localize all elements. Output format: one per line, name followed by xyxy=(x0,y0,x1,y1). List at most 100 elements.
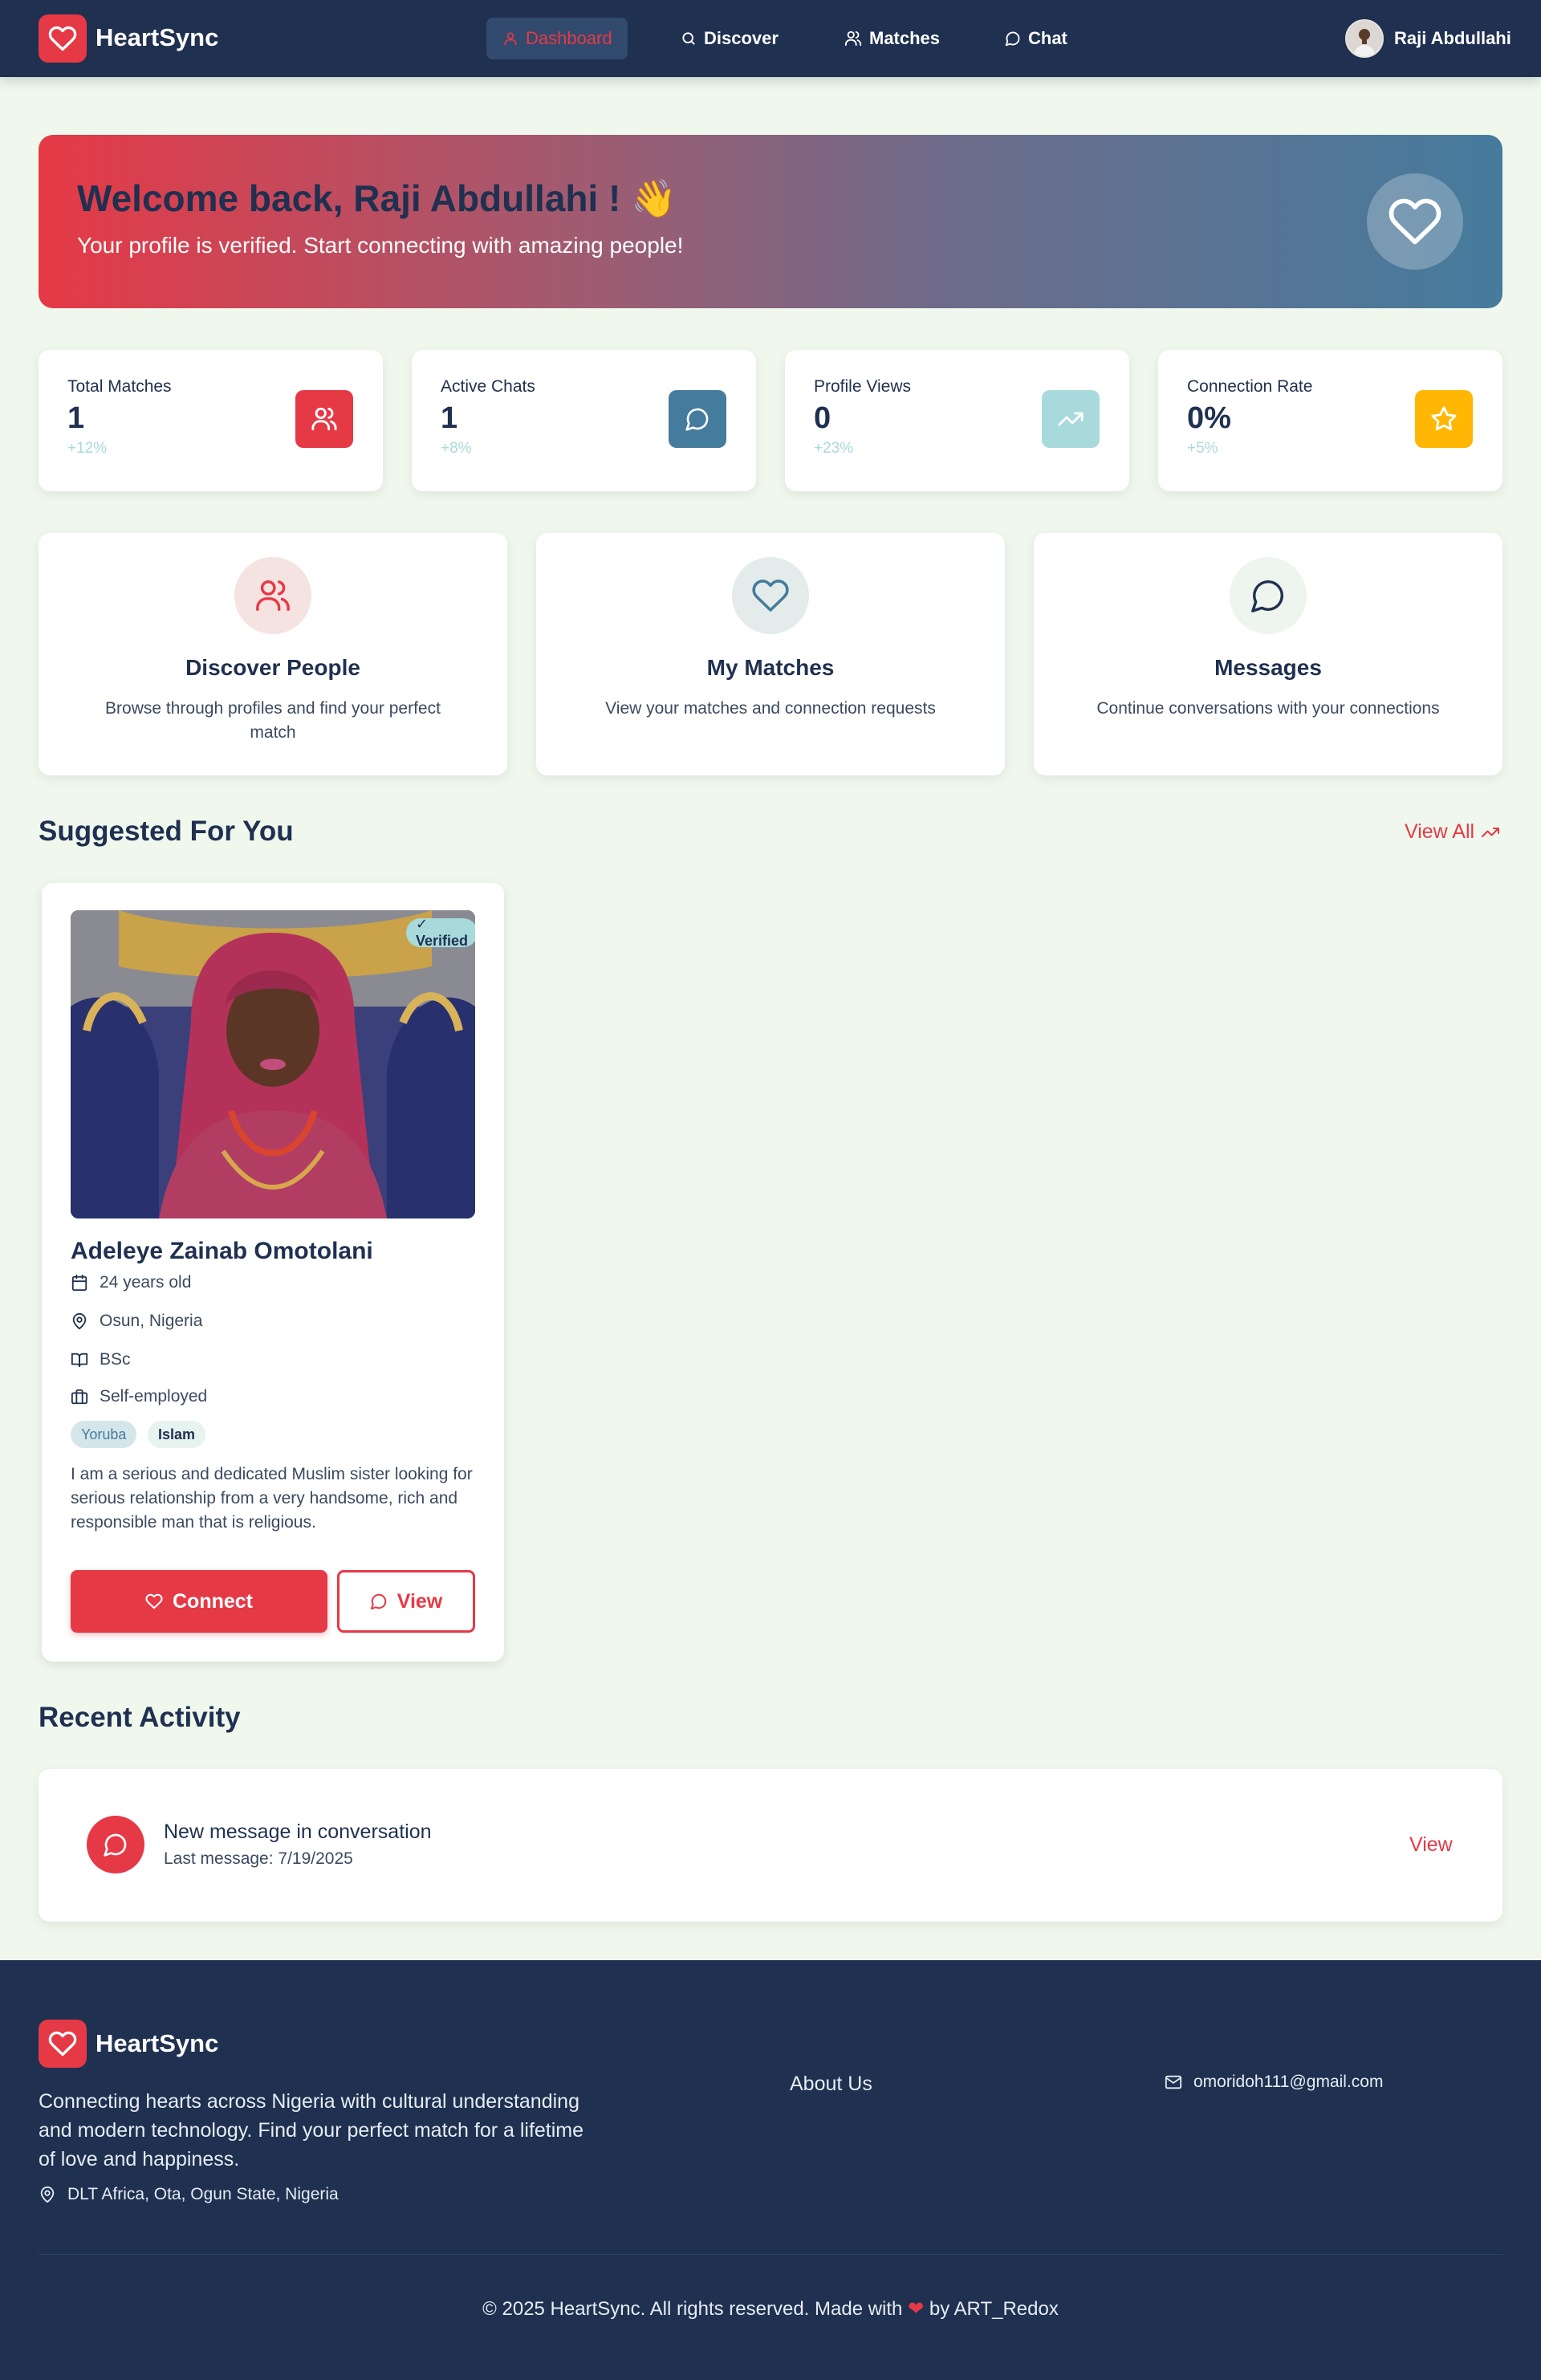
feature-description: Continue conversations with your connect… xyxy=(1096,699,1440,718)
user-menu[interactable]: Raji Abdullahi xyxy=(1345,19,1511,58)
profile-age: 24 years old xyxy=(100,1273,192,1292)
stat-change: +8% xyxy=(441,440,472,457)
feature-card-discover[interactable]: Discover People Browse through profiles … xyxy=(39,533,507,775)
logo-heart-icon[interactable] xyxy=(39,14,87,63)
heart-icon xyxy=(732,557,809,634)
briefcase-icon xyxy=(71,1388,88,1406)
stat-card-profile-views: Profile Views 0 +23% xyxy=(785,350,1129,491)
stat-label: Connection Rate xyxy=(1187,377,1313,396)
trending-up-icon xyxy=(1042,390,1100,448)
activity-title: New message in conversation xyxy=(164,1821,432,1843)
nav-discover[interactable]: Discover xyxy=(665,18,795,59)
profile-card: ✓ Verified Adeleye Zainab Omotolani 24 y… xyxy=(42,883,504,1662)
footer-description: Connecting hearts across Nigeria with cu… xyxy=(39,2090,584,2170)
nav-matches-label: Matches xyxy=(869,28,941,48)
stat-value: 0% xyxy=(1187,401,1231,435)
top-navbar: HeartSync Dashboard Discover Matches Cha… xyxy=(0,0,1541,77)
brand-name[interactable]: HeartSync xyxy=(96,23,218,52)
footer-address-text: DLT Africa, Ota, Ogun State, Nigeria xyxy=(67,2185,339,2203)
view-all-link[interactable]: View All xyxy=(1405,820,1500,844)
nav-matches[interactable]: Matches xyxy=(828,18,956,59)
profile-location: Osun, Nigeria xyxy=(100,1312,203,1330)
copyright-author: by ART_Redox xyxy=(929,2298,1059,2320)
profile-photo[interactable]: ✓ Verified xyxy=(71,910,475,1218)
stat-card-active-chats: Active Chats 1 +8% xyxy=(412,350,756,491)
view-all-label: View All xyxy=(1405,820,1475,843)
chat-icon xyxy=(669,390,726,448)
nav-chat[interactable]: Chat xyxy=(989,18,1084,59)
tag-religion: Islam xyxy=(148,1421,206,1448)
profile-bio: I am a serious and dedicated Muslim sist… xyxy=(71,1465,473,1532)
map-pin-icon xyxy=(39,2186,56,2203)
feature-card-messages[interactable]: Messages Continue conversations with you… xyxy=(1034,533,1502,775)
footer-about-link[interactable]: About Us xyxy=(790,2073,872,2096)
suggested-heading: Suggested For You xyxy=(39,816,294,847)
stat-card-total-matches: Total Matches 1 +12% xyxy=(39,350,383,491)
stat-value: 0 xyxy=(814,401,831,435)
chat-icon xyxy=(370,1593,388,1610)
book-icon xyxy=(71,1351,88,1369)
stat-change: +23% xyxy=(814,440,854,457)
chat-icon xyxy=(87,1816,144,1873)
stat-change: +12% xyxy=(67,440,108,457)
map-pin-icon xyxy=(71,1312,88,1330)
welcome-subtitle: Your profile is verified. Start connecti… xyxy=(77,233,684,258)
profile-occupation: Self-employed xyxy=(100,1387,208,1406)
mail-icon xyxy=(1165,2073,1182,2091)
footer-email[interactable]: omoridoh111@gmail.com xyxy=(1165,2073,1383,2092)
stat-label: Total Matches xyxy=(67,377,172,396)
calendar-icon xyxy=(71,1274,88,1292)
copyright-text: © 2025 HeartSync. All rights reserved. M… xyxy=(482,2298,903,2320)
chat-icon xyxy=(1230,557,1307,634)
chat-icon xyxy=(1005,31,1021,47)
feature-description: Browse through profiles and find your pe… xyxy=(105,699,441,742)
profile-occupation-row: Self-employed xyxy=(71,1387,207,1406)
profile-age-row: 24 years old xyxy=(71,1273,191,1292)
feature-title: Discover People xyxy=(185,655,360,680)
star-icon xyxy=(1415,390,1473,448)
footer-brand-name: HeartSync xyxy=(96,2029,219,2057)
footer-email-text: omoridoh111@gmail.com xyxy=(1193,2073,1384,2091)
trending-up-icon xyxy=(1481,823,1500,842)
profile-education-row: BSc xyxy=(71,1350,131,1369)
stat-value: 1 xyxy=(67,401,85,435)
heart-icon xyxy=(1367,173,1463,270)
nav-dashboard[interactable]: Dashboard xyxy=(486,18,628,59)
profile-name: Adeleye Zainab Omotolani xyxy=(71,1238,373,1264)
search-icon xyxy=(681,31,697,47)
tag-ethnicity: Yoruba xyxy=(71,1421,137,1448)
stat-change: +5% xyxy=(1187,440,1218,457)
connect-button[interactable]: Connect xyxy=(71,1570,327,1633)
nav-dashboard-label: Dashboard xyxy=(526,28,612,48)
stat-card-connection-rate: Connection Rate 0% +5% xyxy=(1158,350,1502,491)
footer-copyright: © 2025 HeartSync. All rights reserved. M… xyxy=(0,2297,1541,2321)
user-name: Raji Abdullahi xyxy=(1394,28,1511,48)
activity-heading: Recent Activity xyxy=(39,1702,241,1733)
heart-icon: ❤ xyxy=(908,2298,925,2320)
stat-label: Profile Views xyxy=(814,377,911,396)
welcome-title: Welcome back, Raji Abdullahi ! 👋 xyxy=(77,177,677,219)
user-icon xyxy=(502,31,518,47)
footer-address: DLT Africa, Ota, Ogun State, Nigeria xyxy=(39,2185,339,2204)
feature-card-matches[interactable]: My Matches View your matches and connect… xyxy=(536,533,1005,775)
nav-discover-label: Discover xyxy=(704,28,779,48)
heart-icon xyxy=(145,1593,163,1610)
view-profile-button[interactable]: View xyxy=(337,1570,475,1633)
profile-location-row: Osun, Nigeria xyxy=(71,1312,202,1331)
connect-label: Connect xyxy=(173,1589,253,1613)
profile-education: BSc xyxy=(100,1350,131,1369)
avatar xyxy=(1345,19,1384,58)
welcome-banner: Welcome back, Raji Abdullahi ! 👋 Your pr… xyxy=(39,135,1502,308)
verified-badge: ✓ Verified xyxy=(406,916,475,949)
feature-title: My Matches xyxy=(706,655,835,680)
stat-value: 1 xyxy=(441,401,458,435)
logo-heart-icon xyxy=(39,2020,87,2068)
view-label: View xyxy=(396,1589,443,1613)
users-icon xyxy=(295,390,353,448)
users-icon xyxy=(234,557,311,634)
activity-view-link[interactable]: View xyxy=(1409,1833,1453,1857)
footer-divider xyxy=(39,2254,1502,2255)
users-icon xyxy=(844,30,862,47)
activity-subtitle: Last message: 7/19/2025 xyxy=(164,1849,353,1868)
feature-title: Messages xyxy=(1214,655,1322,680)
